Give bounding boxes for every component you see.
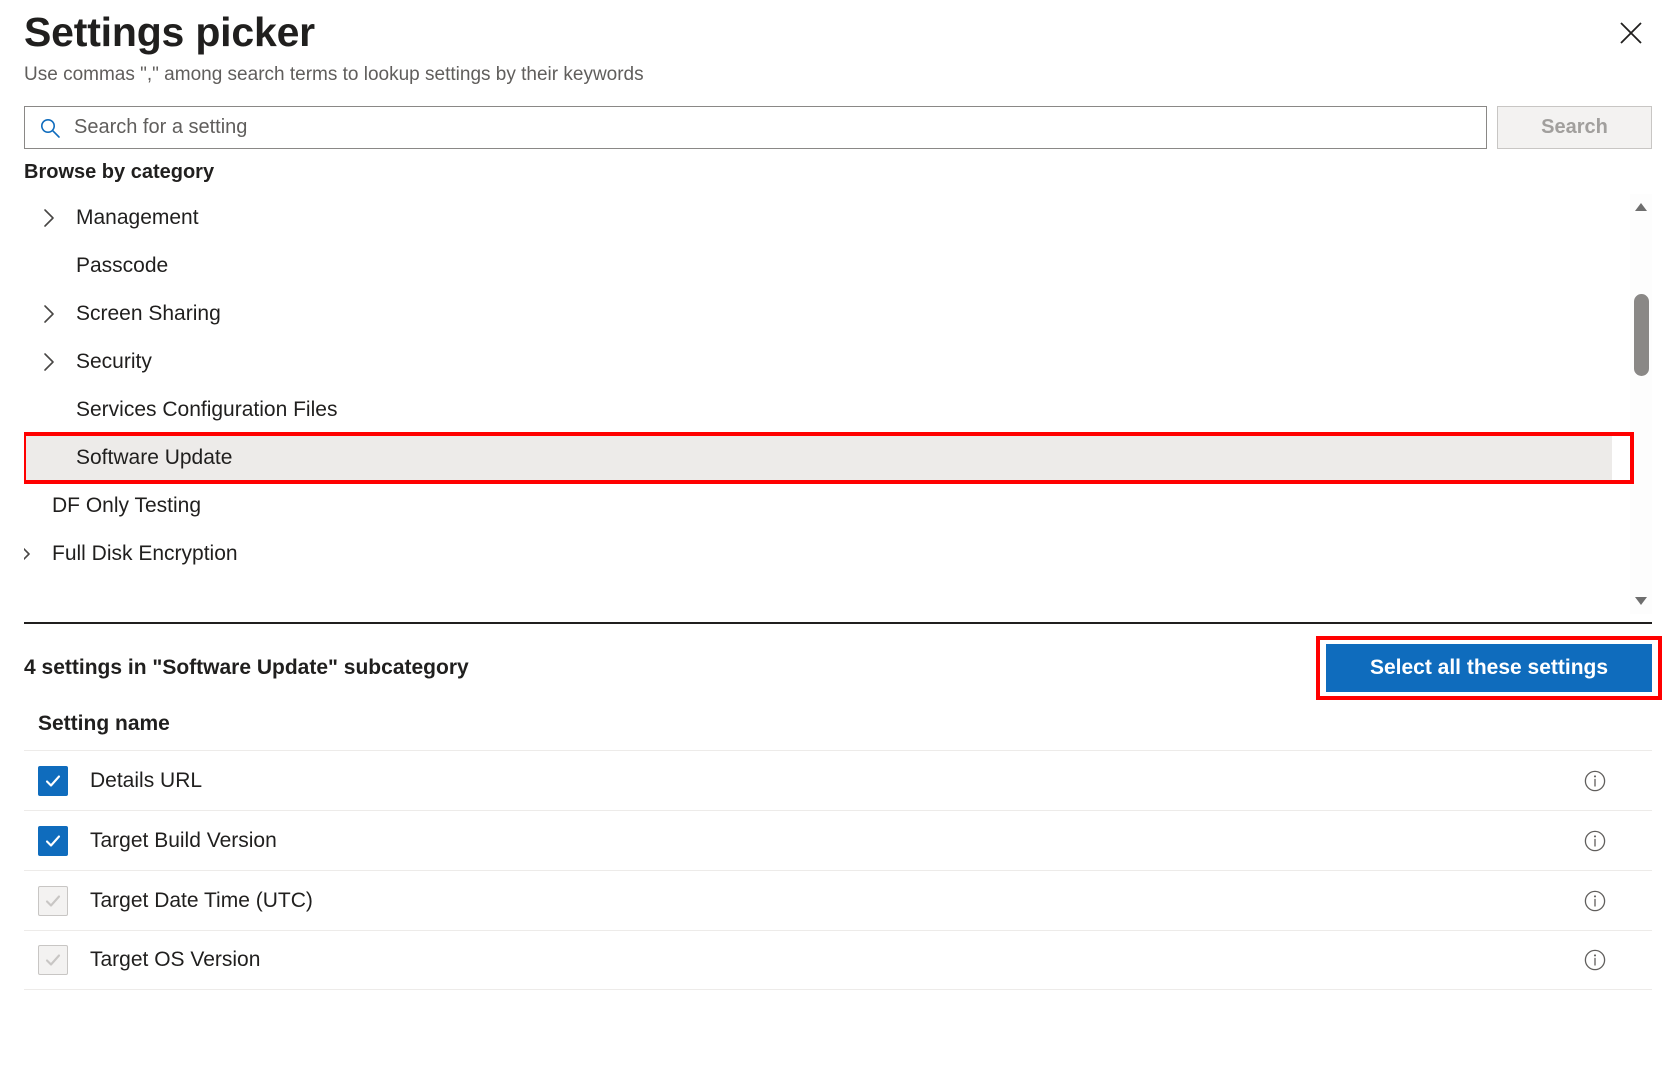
page-title: Settings picker [24,9,315,55]
table-row[interactable]: Target OS Version [24,930,1652,990]
table-row[interactable]: Target Build Version [24,810,1652,870]
section-divider [24,622,1652,624]
close-icon[interactable] [1608,10,1654,56]
triangle-up-icon[interactable] [1630,194,1652,220]
category-tree-wrapper: Management Passcode Screen Sharing Security… [24,194,1652,614]
category-tree-item[interactable]: Passcode [24,242,1612,290]
category-tree-item[interactable]: Services Configuration Files [24,386,1612,434]
category-tree-scrollbar[interactable] [1630,194,1652,614]
search-row: Search [24,106,1652,149]
category-tree-item-label: Management [76,206,199,229]
checkbox-checked[interactable] [38,765,68,796]
category-tree-item-label: Screen Sharing [76,302,221,325]
chevron-right-icon[interactable] [36,208,62,228]
category-tree-item-label: Services Configuration Files [76,398,338,421]
chevron-right-icon[interactable] [36,304,62,324]
search-submit-button[interactable]: Search [1497,106,1652,149]
column-header-setting-name: Setting name [38,712,170,735]
category-tree-item[interactable]: Full Disk Encryption [24,530,1612,578]
category-tree-item-label: Security [76,350,152,373]
info-icon[interactable] [1582,768,1608,794]
setting-name: Target OS Version [90,948,261,971]
settings-picker-panel: Settings picker Use commas "," among sea… [0,0,1676,1082]
category-tree-item[interactable]: DF Only Testing [24,482,1612,530]
browse-by-category-label: Browse by category [24,161,215,183]
table-row[interactable]: Target Date Time (UTC) [24,870,1652,930]
category-tree-item-label: Full Disk Encryption [52,542,238,565]
checkbox-checked[interactable] [38,825,68,856]
setting-name: Target Build Version [90,828,277,852]
panel-header: Settings picker Use commas "," among sea… [0,0,1676,88]
triangle-down-icon[interactable] [1630,588,1652,614]
search-box[interactable] [24,106,1487,149]
settings-table: Setting name Details URL Target Build Ver… [24,708,1652,990]
select-all-wrapper: Select all these settings [1316,636,1662,700]
checkbox-disabled [38,945,68,975]
category-tree-item[interactable]: Security [24,338,1612,386]
select-all-button[interactable]: Select all these settings [1326,644,1652,692]
info-icon[interactable] [1582,947,1608,973]
setting-name: Details URL [90,768,203,792]
search-input[interactable] [72,115,1476,140]
table-row[interactable]: Details URL [24,750,1652,810]
setting-name: Target Date Time (UTC) [90,888,313,912]
category-tree-item-label: Software Update [76,446,233,469]
scrollbar-thumb[interactable] [1634,294,1649,376]
chevron-right-icon[interactable] [36,352,62,372]
chevron-right-icon[interactable] [24,544,38,564]
search-icon [39,117,61,139]
checkbox-disabled [38,885,68,916]
info-icon[interactable] [1582,828,1608,854]
category-tree-item[interactable]: Screen Sharing [24,290,1612,338]
category-tree-item-label: Passcode [76,254,169,277]
category-tree-item[interactable]: Management [24,194,1612,242]
info-icon[interactable] [1582,888,1608,914]
category-tree-item-label: DF Only Testing [52,494,201,517]
settings-rows: Details URL Target Build Version Target Da… [24,750,1652,990]
category-tree: Management Passcode Screen Sharing Security… [24,194,1612,614]
results-count-text: 4 settings in "Software Update" subcateg… [24,656,469,679]
page-subtitle: Use commas "," among search terms to loo… [24,64,644,85]
results-header: 4 settings in "Software Update" subcateg… [24,636,1662,700]
category-tree-item[interactable]: Software Update [24,434,1612,482]
